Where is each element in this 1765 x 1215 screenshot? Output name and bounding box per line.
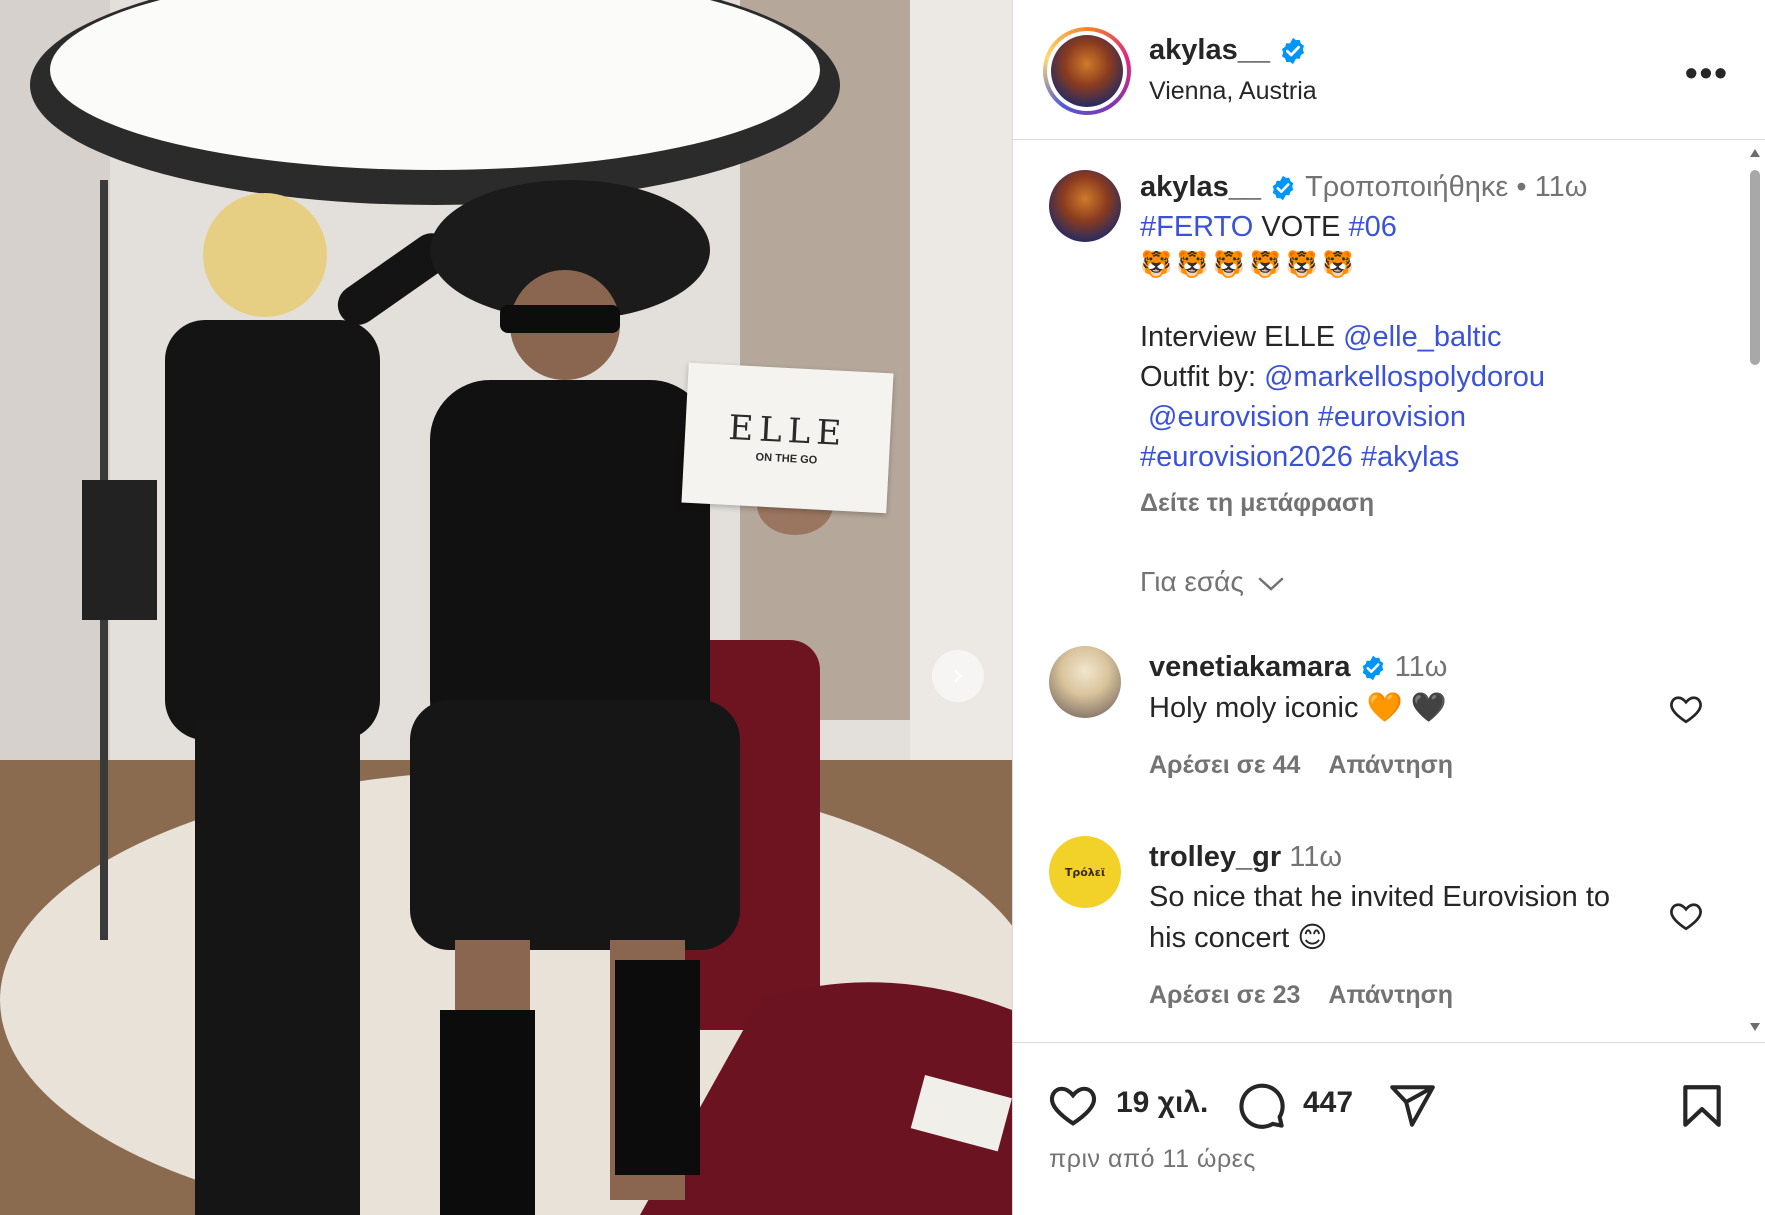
mention-elle-baltic[interactable]: @elle_baltic [1343,321,1501,353]
caption-avatar[interactable] [1049,170,1121,242]
post-details-panel: akylas__ Vienna, Austria ••• akylas__ Τρ… [1012,0,1765,1215]
comment-avatar[interactable] [1049,646,1121,718]
caption-outfit-text: Outfit by: [1140,361,1265,393]
hashtag-ferto[interactable]: #FERTO [1140,211,1253,243]
hashtag-eurovision[interactable]: #eurovision [1318,401,1466,433]
post-header: akylas__ Vienna, Austria ••• [1013,0,1765,140]
comment-username[interactable]: venetiakamara [1149,651,1351,683]
verified-badge-icon [1362,656,1383,681]
heart-icon[interactable] [1047,1079,1099,1131]
scrollbar[interactable] [1748,145,1762,1035]
avatar [1051,35,1123,107]
bookmark-icon[interactable] [1677,1081,1727,1131]
story-avatar[interactable] [1043,27,1131,115]
dot-separator: • [1516,171,1527,203]
caption-emojis: 🐯🐯🐯🐯🐯🐯 [1140,249,1359,279]
hashtag-06[interactable]: #06 [1348,211,1396,243]
comment-likes-count[interactable]: Αρέσει σε 44 [1149,751,1300,779]
comment-likes-count[interactable]: Αρέσει σε 23 [1149,981,1300,1009]
scroll-up-icon[interactable] [1750,149,1760,157]
heart-icon[interactable] [1668,691,1704,727]
comment-actions: Αρέσει σε 23 Απάντηση [1149,981,1475,1010]
caption-line-4: Outfit by: @markellospolydorou [1140,361,1545,394]
hashtag-akylas[interactable]: #akylas [1361,441,1459,473]
see-translation-link[interactable]: Δείτε τη μετάφραση [1140,489,1374,518]
comment-text-line-2: his concert 😊 [1149,922,1328,954]
chevron-right-icon: › [952,658,964,693]
mention-eurovision[interactable]: @eurovision [1148,401,1310,433]
scroll-down-icon[interactable] [1750,1023,1760,1031]
comment-icon[interactable] [1235,1079,1287,1131]
caption-line-6: #eurovision2026 #akylas [1140,441,1459,474]
caption-interview-text: Interview ELLE [1140,321,1344,353]
comment-time[interactable]: 11ω [1395,651,1448,683]
verified-badge-icon [1282,38,1305,65]
post-actions-bar: 19 χιλ. 447 πριν από 11 ώρες [1013,1042,1765,1215]
header-username[interactable]: akylas__ [1149,34,1308,67]
photo-scene [0,0,1012,1215]
verified-badge-icon [1272,176,1294,201]
comment-reply-button[interactable]: Απάντηση [1328,981,1453,1009]
comment-header: venetiakamara 11ω [1149,651,1447,684]
scrollbar-thumb[interactable] [1750,170,1760,365]
hashtag-eurovision2026[interactable]: #eurovision2026 [1140,441,1353,473]
comment-avatar[interactable]: Τρόλεϊ [1049,836,1121,908]
send-icon[interactable] [1387,1081,1437,1131]
edited-label: Τροποποιήθηκε [1305,171,1509,203]
post-photo: ELLE ON THE GO › [0,0,1012,1215]
likes-count[interactable]: 19 χιλ. [1116,1086,1208,1120]
more-options-icon[interactable]: ••• [1685,52,1729,94]
mention-markellospolydorou[interactable]: @markellospolydorou [1264,361,1545,393]
chevron-down-icon [1258,577,1283,591]
caption-text-vote: VOTE [1253,211,1349,243]
elle-card-subtitle: ON THE GO [755,451,818,467]
caption-line-3: Interview ELLE @elle_baltic [1140,321,1502,354]
post-time-ago[interactable]: πριν από 11 ώρες [1049,1145,1256,1174]
comments-count[interactable]: 447 [1303,1086,1353,1120]
comment-reply-button[interactable]: Απάντηση [1328,751,1453,779]
caption-header: akylas__ Τροποποιήθηκε • 11ω [1140,171,1587,204]
elle-card: ELLE ON THE GO [681,362,894,514]
header-username-text[interactable]: akylas__ [1149,34,1270,66]
comment-actions: Αρέσει σε 44 Απάντηση [1149,751,1475,780]
for-you-filter[interactable]: Για εσάς [1140,566,1284,598]
caption-line-1: #FERTO VOTE #06 [1140,211,1397,244]
comment-username[interactable]: trolley_gr [1149,841,1281,873]
comments-scroll-area[interactable]: akylas__ Τροποποιήθηκε • 11ω #FERTO VOTE… [1013,141,1765,1041]
avatar-logo-text: Τρόλεϊ [1064,865,1106,879]
heart-icon[interactable] [1668,898,1704,934]
comment-text: Holy moly iconic 🧡 🖤 [1149,692,1447,724]
comment-header: trolley_gr 11ω [1149,841,1342,874]
caption-username[interactable]: akylas__ [1140,171,1261,203]
next-photo-button[interactable]: › [932,650,984,702]
comment-time[interactable]: 11ω [1289,841,1342,873]
comment-text-line-1: So nice that he invited Eurovision to [1149,881,1611,913]
elle-logo: ELLE [727,407,849,455]
caption-line-5: @eurovision #eurovision [1148,401,1466,434]
for-you-label[interactable]: Για εσάς [1140,566,1244,597]
header-location[interactable]: Vienna, Austria [1149,77,1317,106]
caption-time[interactable]: 11ω [1535,171,1588,203]
